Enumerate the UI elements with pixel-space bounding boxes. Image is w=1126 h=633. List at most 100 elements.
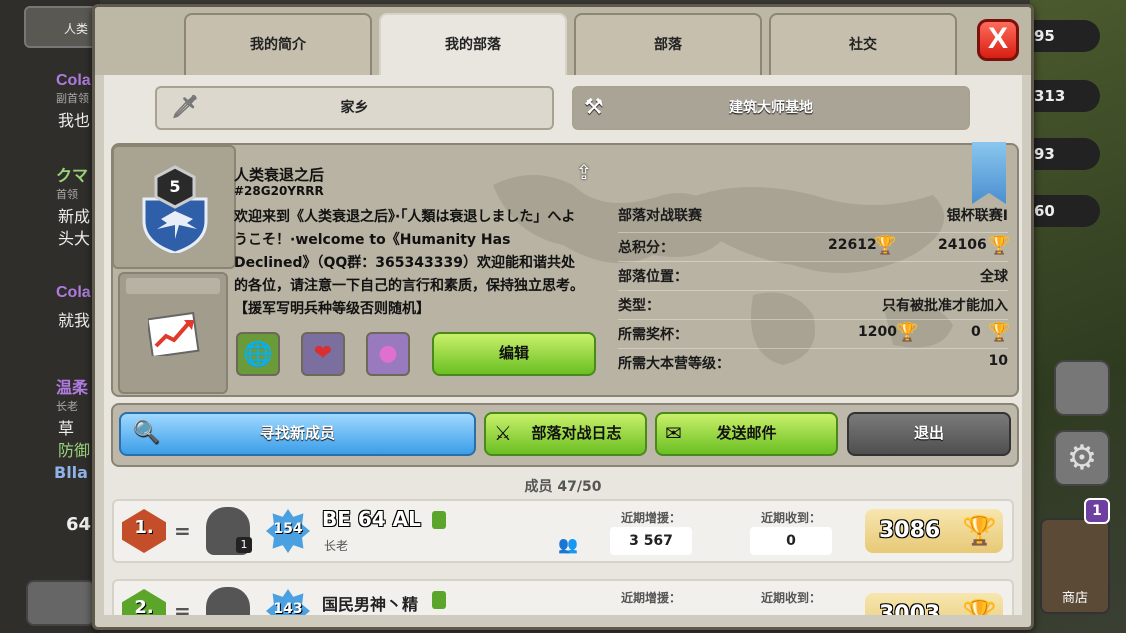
top-left-clan-chip[interactable]: 人类 [24,6,98,48]
globe-icon[interactable]: 🌐 [236,332,280,376]
clan-stats-button[interactable] [118,272,228,394]
required-trophies-row: 所需奖杯： 1200 🏆 0 🏆 [618,320,1011,348]
type-label: 类型： [618,298,660,314]
clan-tag: #28G20YRRR [234,184,324,198]
mushroom-icon[interactable]: ● [366,332,410,376]
member-name: 国民男神丶精 [322,595,419,614]
tab-social[interactable]: 社交 [769,13,957,75]
member-row[interactable]: 1. = 1 154 BE 64 AL 长老 👥 近期增援： 3 567 近期收… [112,499,1014,563]
chat-role: 副首领 [56,92,89,105]
clan-info-table: 部落对战联赛 银杯联赛I 总积分： 22612 🏆 24106 🏆 部落位置： … [618,205,1011,377]
th-level-badge: 1 [236,537,252,553]
subtab-home-label: 家乡 [340,100,369,116]
tab-my-clan[interactable]: 我的部落 [379,13,567,75]
clan-name: 人类衰退之后 [234,166,325,184]
elixir-counter: 313 [1030,80,1100,112]
chart-trend-icon [148,311,200,356]
donated-value: 3 567 [610,527,692,555]
search-people-icon: 🔍 [133,420,161,445]
shop-button[interactable]: 商店 [1040,518,1110,614]
chat-level-badge: 64 [66,514,92,535]
find-members-button[interactable]: 🔍 寻找新成员 [119,412,476,456]
layout-button[interactable] [1054,360,1110,416]
member-name: BE 64 AL [322,507,421,531]
type-value: 只有被批准才能加入 [882,298,1008,314]
stats-box-header [126,278,220,294]
total-points-row: 总积分： 22612 🏆 24106 🏆 [618,233,1011,261]
war-log-label: 部落对战日志 [531,424,622,442]
chat-text: 新成 [58,207,91,226]
leave-clan-button[interactable]: 退出 [847,412,1011,456]
received-value: 0 [750,527,832,555]
donated-label: 近期增援： [620,511,681,525]
tab-my-profile[interactable]: 我的简介 [184,13,372,75]
clan-description: 欢迎来到《人类衰退之后》·「人類は衰退しました」へようこそ！·welcome t… [234,209,584,317]
member-rank: 1. [134,517,154,538]
chat-message: Cola 就我 [18,282,100,332]
friend-request-icon[interactable]: 👥 [558,535,578,554]
builder-trophy-icon: 🏆 [988,235,1011,256]
required-th-label: 所需大本营等级： [618,356,730,372]
clan-badge-box: 5 [112,145,236,269]
total-points-home: 22612 [828,237,877,253]
top-left-clan-chip-label: 人类 [64,22,89,36]
gold-counter: 95 [1030,20,1100,52]
received-label: 近期收到： [760,511,821,525]
settings-gear-icon[interactable]: ⚙ [1054,430,1110,486]
member-rank: 2. [134,597,154,615]
shop-count-badge: 1 [1084,498,1110,524]
location-row: 部落位置： 全球 [618,262,1008,290]
members-count: 成员 47/50 [524,479,602,495]
required-trophies-label: 所需奖杯： [618,327,688,343]
war-log-button[interactable]: ⚔ 部落对战日志 [484,412,647,456]
clan-mail-icon: ✉ [665,421,682,445]
member-trophies: 3086 [879,518,941,543]
heart-icon[interactable]: ❤ [301,332,345,376]
subtab-home-village[interactable]: 🗡 家乡 [155,86,554,130]
hammer-axe-icon: ⚒ [584,95,604,120]
required-th-value: 10 [988,353,1008,369]
war-league-row: 部落对战联赛 银杯联赛I [618,205,1008,232]
member-role: 长老 [324,539,349,553]
clan-level: 5 [169,177,181,196]
chat-text: 草 [58,419,75,438]
tab-clans[interactable]: 部落 [574,13,762,75]
total-points-label: 总积分： [618,240,674,256]
member-trophies: 3003 [879,602,941,615]
member-trophies-box: 3003 🏆 [865,593,1003,615]
chat-text: 我也 [58,111,91,130]
chat-text: 就我 [58,311,91,330]
member-level: 154 [273,521,303,537]
send-mail-button[interactable]: ✉ 发送邮件 [655,412,838,456]
location-label: 部落位置： [618,269,688,285]
find-members-label: 寻找新成员 [259,424,335,442]
donated-label: 近期增援： [620,591,681,605]
war-league-label: 部落对战联赛 [618,208,702,224]
required-trophies-home: 1200 [858,324,897,340]
shop-label: 商店 [1061,591,1088,606]
war-league-value: 银杯联赛I [946,208,1008,224]
subtab-builder-base[interactable]: ⚒ 建筑大师基地 [572,86,970,130]
required-trophies-builder: 0 [971,324,981,340]
send-mail-label: 发送邮件 [716,424,777,442]
member-level: 143 [273,601,303,615]
chat-text: Blla [54,463,88,482]
close-button[interactable]: X [977,19,1019,61]
rank-change: = [174,519,191,543]
edit-clan-button[interactable]: 编辑 [432,332,596,376]
notes-icon [432,591,446,609]
subtab-builder-label: 建筑大师基地 [729,100,813,116]
total-points-builder: 24106 [938,237,987,253]
received-label: 近期收到： [760,591,821,605]
trophy-icon: 🏆 [962,598,997,615]
chat-author: Cola [56,284,91,301]
rank-change: = [174,599,191,615]
member-row[interactable]: 2. = 143 国民男神丶精 近期增援： 近期收到： 3003 🏆 [112,579,1014,615]
member-trophies-box: 3086 🏆 [865,509,1003,553]
share-icon[interactable]: ⇪ [572,160,596,184]
gem-counter: 60 [1030,195,1100,227]
builder-trophy-icon: 🏆 [988,322,1011,343]
chat-message: Cola 副首领 我也 [18,70,100,132]
location-value: 全球 [980,269,1008,285]
back-arrow-button[interactable] [26,580,96,626]
